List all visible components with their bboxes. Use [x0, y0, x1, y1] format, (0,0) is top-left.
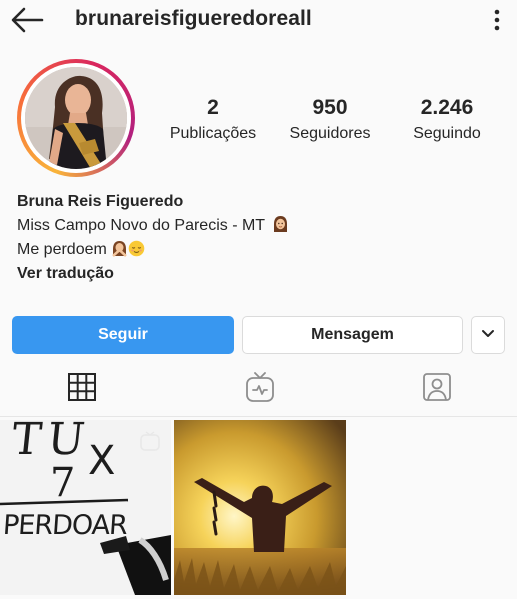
- profile-username: brunareisfigueredoreall: [75, 7, 312, 30]
- bio-line-1: Miss Campo Novo do Parecis - MT: [17, 214, 288, 238]
- follow-button[interactable]: Seguir: [12, 316, 234, 354]
- following-count[interactable]: 2.246 Seguindo: [387, 96, 507, 143]
- bio-line-2-text: Me perdoem: [17, 241, 107, 258]
- chevron-down-icon: [481, 326, 495, 344]
- woman-emoji-icon: [273, 216, 288, 233]
- posts-count[interactable]: 2 Publicações: [153, 96, 273, 143]
- bio-line-2: Me perdoem: [17, 238, 288, 262]
- message-button[interactable]: Mensagem: [242, 316, 463, 354]
- followers-count-value: 950: [312, 96, 348, 119]
- more-vertical-icon[interactable]: [490, 8, 504, 32]
- grid-icon: [67, 372, 97, 407]
- posts-count-value: 2: [207, 96, 219, 119]
- person-gesturing-no-emoji-icon: [111, 240, 128, 257]
- handwritten-text-7: 7: [50, 460, 76, 506]
- tab-grid[interactable]: [62, 372, 102, 406]
- following-count-label: Seguindo: [413, 125, 481, 142]
- post-thumbnail-2[interactable]: [174, 420, 346, 595]
- tagged-icon: [421, 371, 453, 408]
- profile-tabs: [0, 366, 517, 417]
- handwritten-text-tu: TU: [9, 420, 94, 465]
- arrow-left-icon[interactable]: [10, 6, 44, 34]
- followers-count[interactable]: 950 Seguidores: [270, 96, 390, 143]
- profile-bio: Bruna Reis Figueredo Miss Campo Novo do …: [17, 190, 288, 286]
- posts-count-label: Publicações: [169, 125, 257, 142]
- tab-tagged[interactable]: [417, 372, 457, 406]
- profile-full-name: Bruna Reis Figueredo: [17, 193, 184, 210]
- relieved-face-emoji-icon: [128, 240, 145, 257]
- post-thumbnail-1[interactable]: TU X 7 PERDOAR: [0, 420, 171, 595]
- tab-igtv[interactable]: [240, 371, 280, 408]
- bio-line-1-text: Miss Campo Novo do Parecis - MT: [17, 217, 266, 234]
- avatar-border: [21, 63, 131, 173]
- handwritten-text-x: X: [88, 438, 116, 484]
- igtv-icon: [245, 371, 275, 408]
- handwritten-text-perdoar: PERDOAR: [1, 510, 128, 541]
- following-count-value: 2.246: [420, 96, 474, 119]
- avatar: [25, 67, 127, 169]
- avatar-story-ring[interactable]: [17, 59, 135, 177]
- suggested-accounts-button[interactable]: [471, 316, 505, 354]
- followers-count-label: Seguidores: [289, 125, 371, 142]
- top-bar: brunareisfigueredoreall: [0, 0, 517, 42]
- see-translation-link[interactable]: Ver tradução: [17, 262, 288, 286]
